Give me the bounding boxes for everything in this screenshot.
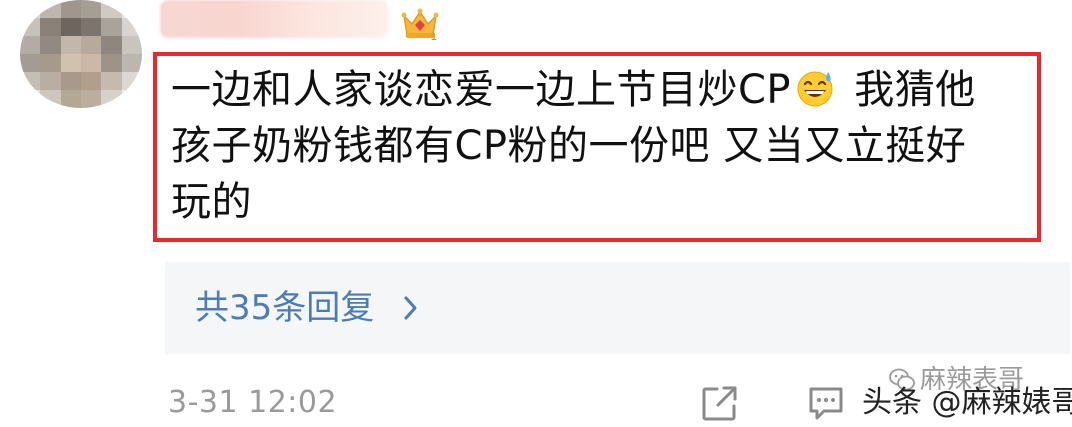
chevron-right-icon[interactable] (401, 292, 421, 324)
avatar-pixel (81, 54, 102, 72)
comment-icon[interactable] (806, 383, 846, 423)
avatar-pixel (60, 18, 81, 36)
avatar-pixel (40, 36, 61, 54)
avatar[interactable] (20, 0, 142, 108)
avatar-pixel (101, 90, 122, 108)
avatar-pixel (40, 72, 61, 90)
avatar-pixel (40, 90, 61, 108)
comment-line-2: 孩子奶粉钱都有CP粉的一份吧 又当又立挺好 (171, 123, 967, 169)
watermark-toutiao: 头条 @麻辣婊哥 (862, 385, 1072, 420)
comment-line-3: 玩的 (171, 179, 252, 225)
avatar-pixel (101, 54, 122, 72)
view-replies-link[interactable]: 共35条回复 (195, 286, 374, 330)
avatar-pixel (20, 54, 41, 72)
avatar-pixel (121, 90, 142, 108)
highlighted-comment-frame: 一边和人家谈恋爱一边上节目炒CP 我猜他孩子奶粉钱都有CP粉的一份吧 又当又立挺… (153, 52, 1041, 242)
avatar-pixel (20, 18, 41, 36)
avatar-pixel (20, 36, 41, 54)
avatar-pixel (121, 18, 142, 36)
avatar-pixel (20, 72, 41, 90)
comment-text: 一边和人家谈恋爱一边上节目炒CP 我猜他孩子奶粉钱都有CP粉的一份吧 又当又立挺… (171, 62, 1031, 230)
avatar-pixel (40, 54, 61, 72)
avatar-pixel (40, 0, 61, 18)
avatar-pixel (81, 36, 102, 54)
avatar-pixel (121, 0, 142, 18)
crown-badge-icon: 1 (401, 8, 439, 42)
comment-timestamp: 3-31 12:02 (168, 385, 338, 420)
svg-text:1: 1 (431, 32, 437, 42)
avatar-pixel (101, 0, 122, 18)
avatar-pixel (121, 36, 142, 54)
avatar-pixel (121, 72, 142, 90)
avatar-pixel (20, 0, 41, 18)
comment-line-1-tail: 我猜他 (841, 67, 976, 113)
avatar-pixel (81, 90, 102, 108)
grinning-sweat-emoji (797, 71, 833, 107)
share-icon[interactable] (700, 383, 740, 423)
comment-line-1: 一边和人家谈恋爱一边上节目炒CP (171, 67, 792, 113)
avatar-pixel (121, 54, 142, 72)
avatar-pixel (40, 18, 61, 36)
replies-bar[interactable]: 共35条回复 (165, 262, 1070, 354)
avatar-pixel (60, 90, 81, 108)
avatar-pixel (60, 54, 81, 72)
avatar-pixel (60, 36, 81, 54)
avatar-pixel (101, 18, 122, 36)
avatar-pixel (101, 72, 122, 90)
username-blurred[interactable] (160, 0, 388, 38)
avatar-pixel (60, 72, 81, 90)
avatar-pixel (60, 0, 81, 18)
avatar-pixel (20, 90, 41, 108)
avatar-pixel (81, 0, 102, 18)
avatar-pixel (81, 18, 102, 36)
avatar-pixel (101, 36, 122, 54)
avatar-pixel (81, 72, 102, 90)
